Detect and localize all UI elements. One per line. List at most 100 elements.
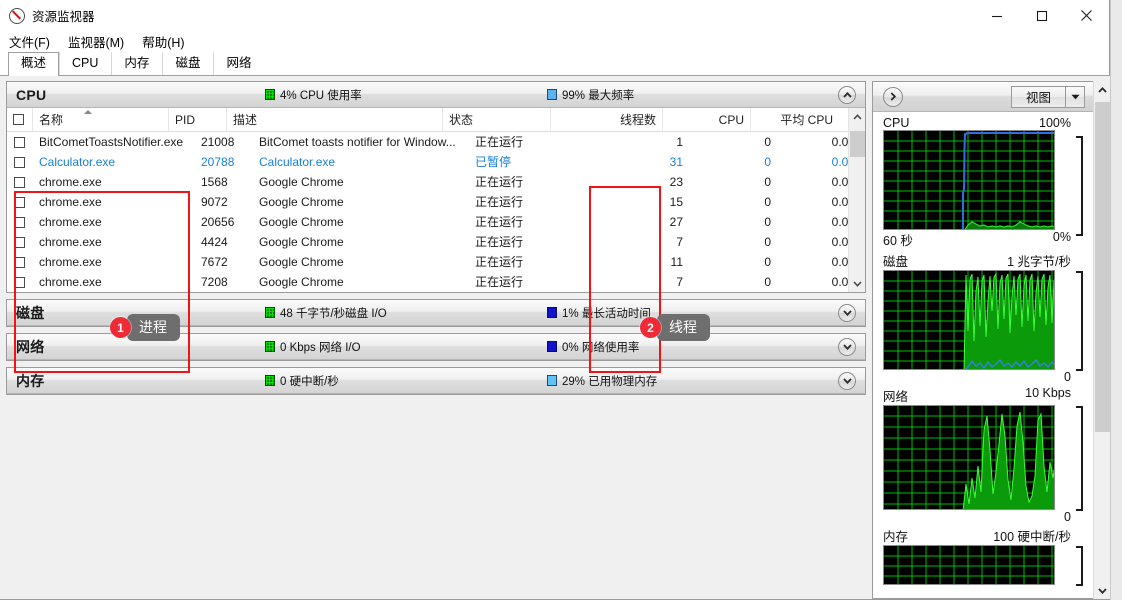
close-button[interactable] (1064, 0, 1109, 31)
cell-description: Google Chrome (259, 275, 344, 289)
annotation-badge: 2 (640, 317, 661, 338)
memory-section-header[interactable]: 内存 0 硬中断/秒 29% 已用物理内存 (7, 368, 865, 394)
disk-io-text: 48 千字节/秒磁盘 I/O (280, 307, 387, 320)
cell-threads: 11 (670, 255, 683, 269)
tab-network[interactable]: 网络 (213, 52, 264, 75)
blue-swatch-icon (547, 307, 557, 318)
graph-sidebar-toolbar: 视图 (873, 82, 1093, 112)
green-swatch-icon (265, 89, 275, 100)
row-checkbox[interactable] (7, 232, 33, 252)
tab-memory[interactable]: 内存 (111, 52, 162, 75)
row-checkbox[interactable] (7, 252, 33, 272)
cpu-section: CPU 4% CPU 使用率 99% 最大频率 名称 PID 描述 状态 线程数… (6, 81, 866, 293)
chevron-down-icon[interactable] (1065, 86, 1084, 107)
table-row[interactable]: chrome.exe 7672 Google Chrome 正在运行 11 0 … (7, 252, 855, 272)
sidebar-scroll-thumb[interactable] (1094, 102, 1110, 432)
menu-bar: 文件(F) 监视器(M) 帮助(H) (0, 31, 1109, 52)
cell-status: 正在运行 (475, 175, 524, 189)
graph-cpu-labels: CPU 100% (883, 116, 1093, 130)
graph-disk: 磁盘 1 兆字节/秒 0 (883, 251, 1093, 384)
sidebar-scroll-down-button[interactable] (1094, 582, 1111, 599)
cpu-maxfreq-stat: 99% 最大频率 (547, 87, 634, 103)
view-dropdown-button[interactable]: 视图 (1010, 85, 1085, 108)
cell-status: 正在运行 (475, 215, 524, 229)
cell-threads: 27 (669, 215, 683, 229)
annotation-label: 进程 (120, 314, 180, 341)
row-checkbox[interactable] (7, 172, 33, 192)
scroll-down-button[interactable] (849, 275, 866, 292)
cell-cpu: 0 (764, 175, 771, 189)
cell-description: Calculator.exe (259, 155, 336, 169)
overview-pane: CPU 4% CPU 使用率 99% 最大频率 名称 PID 描述 状态 线程数… (0, 76, 872, 599)
memory-faults-stat: 0 硬中断/秒 (265, 373, 339, 389)
view-dropdown-label: 视图 (1025, 91, 1051, 105)
network-usage-text: 0% 网络使用率 (562, 341, 640, 354)
menu-help[interactable]: 帮助(H) (142, 32, 184, 51)
sidebar-scroll-up-button[interactable] (1094, 81, 1111, 98)
tab-disk[interactable]: 磁盘 (162, 52, 213, 75)
column-header-status[interactable]: 状态 (443, 107, 551, 132)
disk-active-stat: 1% 最长活动时间 (547, 305, 651, 321)
memory-expand-toggle[interactable] (838, 372, 856, 390)
window-controls (974, 0, 1109, 31)
cell-pid: 4424 (201, 235, 228, 249)
graph-disk-title: 磁盘 (883, 255, 909, 269)
column-header-average-cpu[interactable]: 平均 CPU (751, 108, 839, 132)
tab-cpu[interactable]: CPU (59, 52, 111, 75)
scroll-up-button[interactable] (849, 108, 866, 125)
cell-threads: 15 (669, 195, 683, 209)
graph-disk-scale-bracket (1076, 271, 1083, 371)
table-row[interactable]: chrome.exe 1568 Google Chrome 正在运行 23 0 … (7, 172, 855, 192)
sidebar-scroll-track[interactable] (1094, 98, 1111, 582)
row-checkbox[interactable] (7, 272, 33, 292)
process-table-scrollbar[interactable] (848, 108, 865, 292)
cell-description: Google Chrome (259, 255, 344, 269)
column-header-description[interactable]: 描述 (227, 107, 443, 132)
column-header-cpu[interactable]: CPU (663, 107, 751, 132)
row-checkbox[interactable] (7, 212, 33, 232)
cpu-collapse-toggle[interactable] (838, 86, 856, 104)
graph-network-max: 10 Kbps (1025, 386, 1071, 400)
network-expand-toggle[interactable] (838, 338, 856, 356)
graph-memory-labels: 内存 100 硬中断/秒 (883, 526, 1093, 545)
table-row[interactable]: chrome.exe 4424 Google Chrome 正在运行 7 0 0… (7, 232, 855, 252)
graph-cpu-max: 100% (1039, 116, 1071, 130)
graph-cpu-footer: 60 秒 0% (883, 230, 1093, 249)
menu-monitor[interactable]: 监视器(M) (68, 32, 124, 51)
column-header-name[interactable]: 名称 (7, 107, 169, 132)
scroll-thumb[interactable] (849, 131, 865, 157)
cell-pid: 20788 (201, 155, 235, 169)
green-swatch-icon (265, 341, 275, 352)
disk-expand-toggle[interactable] (838, 304, 856, 322)
table-row[interactable]: chrome.exe 9072 Google Chrome 正在运行 15 0 … (7, 192, 855, 212)
tab-overview[interactable]: 概述 (8, 52, 60, 76)
graph-cpu: CPU 100% 60 秒 0% (883, 116, 1093, 249)
sidebar-collapse-button[interactable] (883, 86, 903, 107)
annotation-badge: 1 (110, 317, 131, 338)
maximize-button[interactable] (1019, 0, 1064, 31)
row-checkbox[interactable] (7, 192, 33, 212)
scroll-track[interactable] (849, 125, 866, 275)
table-row[interactable]: chrome.exe 20656 Google Chrome 正在运行 27 0… (7, 212, 855, 232)
table-row[interactable]: chrome.exe 7208 Google Chrome 正在运行 7 0 0… (7, 272, 855, 292)
column-header-pid[interactable]: PID (169, 107, 227, 132)
graph-memory-title: 内存 (883, 530, 909, 544)
cell-cpu: 0 (764, 195, 771, 209)
cell-cpu: 0 (764, 275, 771, 289)
graph-disk-max: 1 兆字节/秒 (1007, 255, 1071, 269)
table-row[interactable]: BitCometToastsNotifier.exe 21008 BitCome… (7, 132, 855, 152)
row-checkbox[interactable] (7, 152, 33, 172)
cell-name: chrome.exe (39, 235, 102, 249)
cpu-section-header[interactable]: CPU 4% CPU 使用率 99% 最大频率 (7, 82, 865, 108)
cell-status: 已暂停 (475, 155, 512, 169)
minimize-button[interactable] (974, 0, 1019, 31)
menu-file[interactable]: 文件(F) (9, 32, 50, 51)
blue-swatch-icon (547, 375, 557, 386)
annotation-callout-1: 1 进程 (110, 314, 180, 341)
graph-sidebar-inner: 视图 CPU 100% 60 秒 0% 磁盘 1 兆字节/秒 0 网络 10 K… (872, 81, 1093, 599)
row-checkbox[interactable] (7, 132, 33, 152)
blue-swatch-icon (547, 341, 557, 352)
column-header-threads[interactable]: 线程数 (551, 107, 663, 132)
table-row[interactable]: Calculator.exe 20788 Calculator.exe 已暂停 … (7, 152, 855, 172)
sidebar-scrollbar[interactable] (1093, 81, 1110, 599)
